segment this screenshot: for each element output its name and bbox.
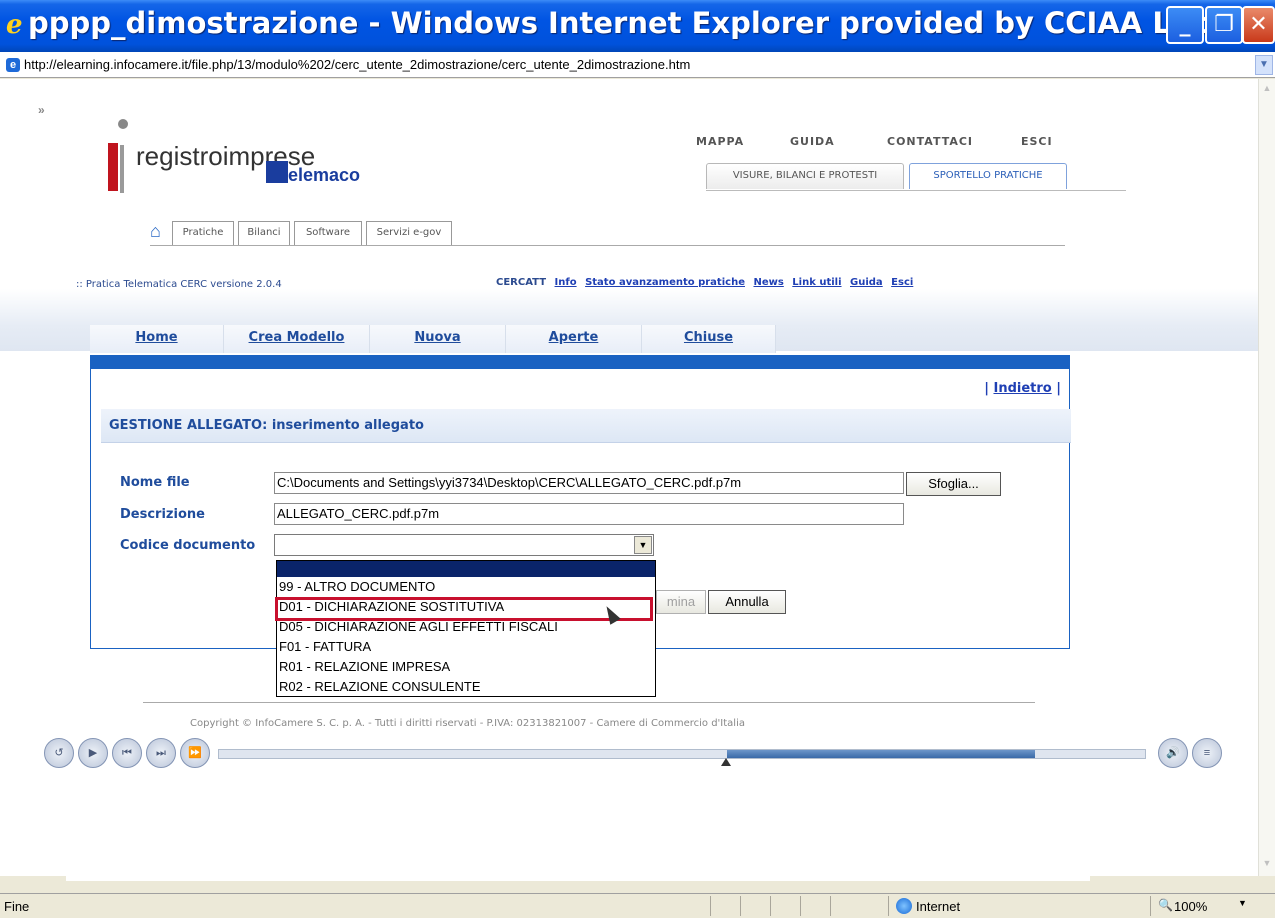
zoom-dropdown-icon[interactable]: ▼ [1238, 898, 1247, 908]
menu-nuova[interactable]: Nuova [370, 325, 506, 353]
tab-servizi-egov[interactable]: Servizi e-gov [366, 221, 452, 245]
progress-track[interactable] [218, 749, 1146, 759]
restore-button[interactable]: ❐ [1205, 6, 1243, 44]
chevron-down-icon[interactable]: ▼ [634, 536, 652, 554]
descrizione-label: Descrizione [120, 507, 205, 522]
annulla-button[interactable]: Annulla [708, 590, 786, 614]
nome-file-input[interactable]: C:\Documents and Settings\yyi3734\Deskto… [274, 472, 904, 494]
scroll-down-icon[interactable]: ▼ [1260, 858, 1274, 872]
expand-icon[interactable]: » [38, 103, 45, 117]
toc-icon[interactable]: ≡ [1192, 738, 1222, 768]
copyright-text: Copyright © InfoCamere S. C. p. A. - Tut… [190, 718, 745, 729]
vertical-scrollbar[interactable]: ▲ ▼ [1258, 79, 1275, 876]
minimize-button[interactable]: _ [1166, 6, 1204, 44]
dropdown-empty-option[interactable] [277, 561, 655, 577]
status-divider [740, 896, 741, 916]
zoom-icon[interactable]: 🔍 [1158, 898, 1173, 912]
option-r01[interactable]: R01 - RELAZIONE IMPRESA [277, 657, 655, 677]
browser-window: e pppp_dimostrazione - Windows Internet … [0, 0, 1275, 918]
tab-pratiche[interactable]: Pratiche [172, 221, 234, 245]
logo-dot [118, 119, 128, 129]
codice-documento-select[interactable]: ▼ [274, 534, 654, 556]
page-icon: e [6, 58, 20, 72]
scroll-up-icon[interactable]: ▲ [1260, 83, 1274, 97]
cerc-links: CERCATT Info Stato avanzamento pratiche … [496, 277, 918, 288]
stato-avanzamento-link[interactable]: Stato avanzamento pratiche [585, 277, 745, 288]
menu-aperte[interactable]: Aperte [506, 325, 642, 353]
info-link[interactable]: Info [555, 277, 577, 288]
tab-bilanci[interactable]: Bilanci [238, 221, 290, 245]
divider [706, 190, 1126, 191]
address-url[interactable]: http://elearning.infocamere.it/file.php/… [24, 57, 690, 72]
next-icon[interactable]: ⏭ [146, 738, 176, 768]
menu-chiuse[interactable]: Chiuse [642, 325, 776, 353]
option-highlight-box [275, 597, 653, 621]
guida-link[interactable]: Guida [850, 277, 883, 288]
menu-home[interactable]: Home [90, 325, 224, 353]
tab-software[interactable]: Software [294, 221, 362, 245]
replay-icon[interactable]: ↺ [44, 738, 74, 768]
status-divider [1150, 896, 1151, 916]
back-link[interactable]: | Indietro | [984, 381, 1061, 396]
previous-icon[interactable]: ⏮ [112, 738, 142, 768]
cerc-version-label: :: Pratica Telematica CERC versione 2.0.… [76, 279, 282, 290]
logo-grey-bar [120, 145, 124, 193]
conferma-button[interactable]: mina [656, 590, 706, 614]
telemaco-logo: elemaco [288, 165, 361, 185]
status-divider [888, 896, 889, 916]
menu-strip [90, 355, 1070, 369]
status-text: Fine [4, 899, 30, 914]
progress-fill [727, 750, 1035, 758]
status-divider [830, 896, 831, 916]
cercatt-link[interactable]: CERCATT [496, 277, 546, 288]
nome-file-label: Nome file [120, 475, 190, 490]
security-zone: Internet [916, 899, 961, 914]
divider [150, 245, 1065, 246]
zoom-level[interactable]: 100% [1174, 899, 1207, 914]
esci-link[interactable]: Esci [891, 277, 913, 288]
section-title: GESTIONE ALLEGATO: inserimento allegato [101, 409, 1071, 443]
nav-esci[interactable]: ESCI [1021, 135, 1053, 148]
tab-visure[interactable]: VISURE, BILANCI E PROTESTI [706, 163, 904, 189]
status-divider [770, 896, 771, 916]
address-bar[interactable]: e http://elearning.infocamere.it/file.ph… [0, 52, 1275, 78]
status-divider [800, 896, 801, 916]
tab-sportello-pratiche[interactable]: SPORTELLO PRATICHE [909, 163, 1067, 189]
descrizione-input[interactable]: ALLEGATO_CERC.pdf.p7m [274, 503, 904, 525]
codice-documento-label: Codice documento [120, 538, 256, 553]
footer-divider [143, 702, 1035, 703]
media-player-bar: ↺ ▶ ⏮ ⏭ ⏩ 🔊 ≡ [40, 736, 1222, 776]
close-button[interactable]: ✕ [1242, 6, 1275, 44]
status-divider [710, 896, 711, 916]
menu-crea-modello[interactable]: Crea Modello [224, 325, 370, 353]
logo-red-bar [108, 143, 118, 191]
nav-mappa[interactable]: MAPPA [696, 135, 744, 148]
link-utili-link[interactable]: Link utili [792, 277, 841, 288]
news-link[interactable]: News [753, 277, 783, 288]
ie-logo-icon: e [6, 10, 23, 40]
nav-guida[interactable]: GUIDA [790, 135, 835, 148]
internet-zone-icon [896, 898, 912, 914]
address-dropdown-button[interactable]: ▼ [1255, 55, 1273, 75]
sfoglia-button[interactable]: Sfoglia... [906, 472, 1001, 496]
play-icon[interactable]: ▶ [78, 738, 108, 768]
option-r02[interactable]: R02 - RELAZIONE CONSULENTE [277, 677, 655, 697]
main-menu: Home Crea Modello Nuova Aperte Chiuse [90, 325, 1070, 353]
fast-forward-icon[interactable]: ⏩ [180, 738, 210, 768]
option-f01[interactable]: F01 - FATTURA [277, 637, 655, 657]
progress-thumb[interactable] [721, 758, 731, 766]
nav-contattaci[interactable]: CONTATTACI [887, 135, 973, 148]
status-bar: Fine Internet 🔍 100% ▼ [0, 893, 1275, 918]
home-icon[interactable]: ⌂ [150, 221, 161, 242]
codice-documento-dropdown[interactable]: 99 - ALTRO DOCUMENTO D01 - DICHIARAZIONE… [275, 560, 656, 697]
window-title: pppp_dimostrazione - Windows Internet Ex… [28, 6, 1245, 40]
title-bar[interactable]: e pppp_dimostrazione - Windows Internet … [0, 0, 1275, 52]
option-99[interactable]: 99 - ALTRO DOCUMENTO [277, 577, 655, 597]
telemaco-logo-icon [266, 161, 288, 183]
volume-icon[interactable]: 🔊 [1158, 738, 1188, 768]
